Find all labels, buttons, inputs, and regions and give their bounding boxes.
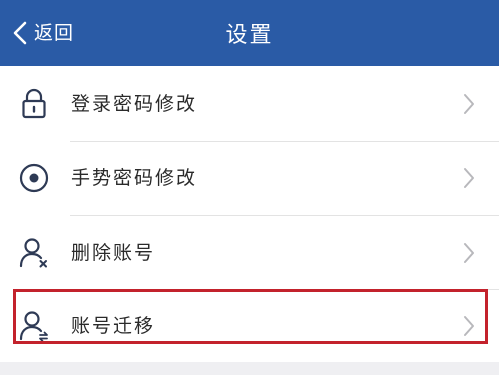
settings-item-label: 登录密码修改 — [71, 93, 198, 115]
divider — [70, 215, 499, 216]
back-button[interactable]: 返回 — [10, 13, 74, 53]
settings-item-delete-account[interactable]: 删除账号 — [0, 217, 499, 289]
nav-bar: 设置 返回 — [0, 0, 499, 66]
user-transfer-icon — [16, 308, 52, 344]
back-label: 返回 — [34, 22, 75, 44]
lock-icon — [16, 86, 52, 122]
chevron-right-icon — [462, 241, 476, 265]
settings-item-login-password[interactable]: 登录密码修改 — [0, 68, 499, 140]
chevron-right-icon — [462, 314, 476, 338]
user-remove-icon — [16, 235, 52, 271]
gesture-icon — [16, 160, 52, 196]
list-footer-background — [0, 362, 499, 375]
settings-item-gesture-password[interactable]: 手势密码修改 — [0, 142, 499, 214]
chevron-right-icon — [462, 166, 476, 190]
settings-item-account-migration[interactable]: 账号迁移 — [0, 290, 499, 362]
settings-item-label: 删除账号 — [71, 242, 156, 264]
page-title: 设置 — [225, 23, 274, 48]
settings-item-label: 手势密码修改 — [71, 167, 198, 189]
chevron-left-icon — [13, 21, 27, 45]
settings-item-label: 账号迁移 — [71, 315, 156, 337]
chevron-right-icon — [462, 92, 476, 116]
